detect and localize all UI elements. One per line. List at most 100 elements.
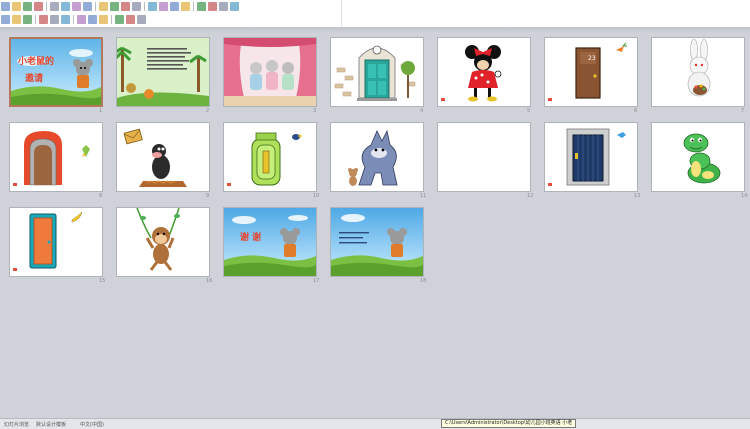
print-icon[interactable]: [50, 2, 59, 11]
slide-thumbnail-6[interactable]: 23: [544, 37, 638, 107]
slide-thumbnail-2[interactable]: [116, 37, 210, 107]
slide-number-1: 1: [99, 108, 103, 114]
slide-sorter-pane: 小老鼠的 邀请 1 2 3 4 5 23 6 7 8 9 10 11 12 13…: [0, 33, 750, 418]
slide-15-artwork: [10, 208, 102, 276]
center-icon[interactable]: [61, 15, 70, 24]
italic-icon[interactable]: [12, 15, 21, 24]
align-right-icon[interactable]: [77, 15, 86, 24]
copy-icon[interactable]: [110, 2, 119, 11]
slide-number-2: 2: [206, 108, 210, 114]
slide-thumbnail-15[interactable]: [9, 207, 103, 277]
slide-6-sound-icon: [548, 98, 552, 101]
open-icon[interactable]: [12, 2, 21, 11]
slide-1-subtitle: 邀请: [25, 74, 44, 84]
slide-thumbnail-10[interactable]: [223, 122, 317, 192]
slide-thumbnail-5[interactable]: [437, 37, 531, 107]
slide-number-15: 15: [99, 278, 106, 284]
slide-7-artwork: [652, 38, 744, 106]
table-icon[interactable]: [181, 2, 190, 11]
slide-thumbnail-3[interactable]: [223, 37, 317, 107]
help-icon[interactable]: [230, 2, 239, 11]
slide-thumbnail-11[interactable]: [330, 122, 424, 192]
slide-number-4: 4: [420, 108, 424, 114]
new-slide-icon[interactable]: [137, 15, 146, 24]
slide-11-artwork: [331, 123, 423, 191]
slide-3-artwork: [224, 38, 316, 106]
slide-13-artwork: [545, 123, 637, 191]
slide-thumbnail-7[interactable]: [651, 37, 745, 107]
slide-number-9: 9: [206, 193, 210, 199]
hyperlink-icon[interactable]: [170, 2, 179, 11]
color-grayscale-icon[interactable]: [208, 2, 217, 11]
slide-number-13: 13: [634, 193, 641, 199]
slide-thumbnail-1[interactable]: 小老鼠的 邀请: [9, 37, 103, 107]
design-icon[interactable]: [126, 15, 135, 24]
undo-icon[interactable]: [148, 2, 157, 11]
slide-number-10: 10: [313, 193, 320, 199]
slide-number-14: 14: [741, 193, 748, 199]
slide-number-8: 8: [99, 193, 103, 199]
research-icon[interactable]: [83, 2, 92, 11]
bold-icon[interactable]: [1, 15, 10, 24]
toolbar-separator: [111, 15, 112, 24]
slide-number-3: 3: [313, 108, 317, 114]
slide-9-artwork: [117, 123, 209, 191]
permission-icon[interactable]: [34, 2, 43, 11]
status-design-template: 默认设计模板: [36, 422, 67, 428]
print-preview-icon[interactable]: [61, 2, 70, 11]
slide-number-7: 7: [741, 108, 745, 114]
format-painter-icon[interactable]: [132, 2, 141, 11]
spelling-icon[interactable]: [72, 2, 81, 11]
toolbar-separator: [73, 15, 74, 24]
slide-13-sound-icon: [548, 183, 552, 186]
slide-thumbnail-17[interactable]: 谢 谢: [223, 207, 317, 277]
slide-thumbnail-4[interactable]: [330, 37, 424, 107]
numbering-icon[interactable]: [99, 15, 108, 24]
slide-6-door-number: 23: [588, 55, 596, 62]
slide-number-6: 6: [634, 108, 638, 114]
slide-10-sound-icon: [227, 183, 231, 186]
align-left-icon[interactable]: [50, 15, 59, 24]
slide-16-artwork: [117, 208, 209, 276]
slide-5-artwork: [438, 38, 530, 106]
paste-icon[interactable]: [121, 2, 130, 11]
toolbar: [0, 0, 750, 27]
slide-6-artwork: [545, 38, 637, 106]
bullets-icon[interactable]: [88, 15, 97, 24]
status-view: 幻灯片浏览: [4, 422, 30, 428]
slide-thumbnail-16[interactable]: [116, 207, 210, 277]
slide-thumbnail-13[interactable]: [544, 122, 638, 192]
slide-number-12: 12: [527, 193, 534, 199]
toolbar-separator: [35, 15, 36, 24]
toolbar-separator: [46, 2, 47, 11]
slide-15-sound-icon: [13, 268, 17, 271]
slide-number-11: 11: [420, 193, 427, 199]
status-bar: 幻灯片浏览 默认设计模板 中文(中国): [0, 418, 750, 429]
toolbar-separator: [95, 2, 96, 11]
slide-18-artwork: [331, 208, 423, 276]
slide-number-18: 18: [420, 278, 427, 284]
slide-thumbnail-8[interactable]: [9, 122, 103, 192]
slide-5-sound-icon: [441, 98, 445, 101]
slide-thumbnail-18[interactable]: [330, 207, 424, 277]
slide-number-17: 17: [313, 278, 320, 284]
chart-icon[interactable]: [197, 2, 206, 11]
slide-4-artwork: [331, 38, 423, 106]
toolbar-separator: [144, 2, 145, 11]
shadow-icon[interactable]: [39, 15, 48, 24]
slide-17-artwork: [224, 208, 316, 276]
slide-thumbnail-14[interactable]: [651, 122, 745, 192]
file-path-tooltip: C:\Users\Administrator\Desktop\幼儿园小班英语 小…: [441, 419, 577, 428]
slide-thumbnail-9[interactable]: [116, 122, 210, 192]
redo-icon[interactable]: [159, 2, 168, 11]
cut-icon[interactable]: [99, 2, 108, 11]
font-color-icon[interactable]: [115, 15, 124, 24]
save-icon[interactable]: [23, 2, 32, 11]
slide-thumbnail-12[interactable]: [437, 122, 531, 192]
slide-10-artwork: [224, 123, 316, 191]
slide-2-artwork: [117, 38, 209, 106]
standard-toolbar: [0, 0, 340, 13]
new-icon[interactable]: [1, 2, 10, 11]
zoom-icon[interactable]: [219, 2, 228, 11]
underline-icon[interactable]: [23, 15, 32, 24]
